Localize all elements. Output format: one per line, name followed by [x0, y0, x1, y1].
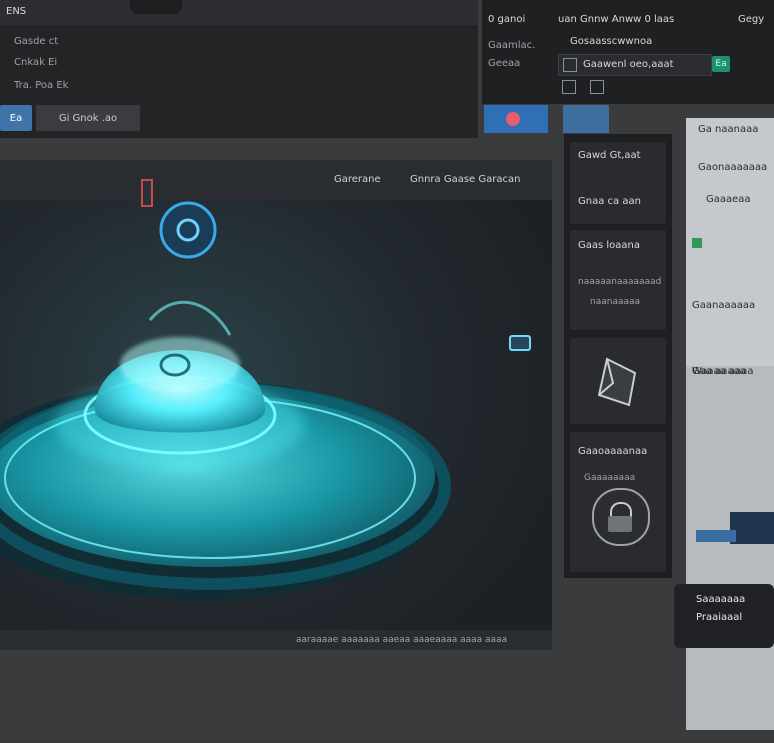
rt-row2-badge[interactable]: Ea [712, 56, 730, 72]
scene-render[interactable] [0, 160, 552, 650]
mid-sidebar-card-2[interactable]: Gaas loaana naaaaanaaaaaaad naanaaaaa [570, 230, 666, 330]
rt-header-2: uan Gnnw Anww 0 laas [558, 14, 675, 25]
viewport-header-right: Gnnra Gaase Garacan [410, 174, 521, 185]
rt-row1-value: Gosaasscwwnoa [570, 36, 653, 47]
mid-item-4: naaaaanaaaaaaad [578, 277, 662, 287]
mid-item-2: Gnaa ca aan [578, 196, 641, 207]
mid-item-6: Gaaoaaaanaa [578, 446, 648, 457]
mid-item-1: Gawd Gt,aat [578, 150, 641, 161]
mid-item-7: Gaaaaaaaa [584, 473, 636, 483]
right-tab-active[interactable] [484, 105, 548, 133]
rp-line-4: Gaanaaaaaa [692, 300, 756, 311]
primary-tool-button[interactable]: Ea [0, 105, 32, 131]
mid-sidebar: Gawd Gt,aat Gnaa ca aan Gaas loaana naaa… [564, 134, 672, 578]
rp-line-3: Gaaaeaa [706, 194, 751, 205]
mid-sidebar-shape-tile[interactable] [570, 338, 666, 424]
mid-sidebar-card-3[interactable]: Gaaoaaaanaa Gaaaaaaaa [570, 432, 666, 572]
rp-line-1: Ga naanaaa [698, 124, 759, 135]
rt-header-3: Gegy [738, 14, 765, 25]
lock-icon [592, 488, 650, 546]
viewport-header-left: Garerane [334, 174, 381, 185]
right-properties-panel: Ga naanaaa Gaonaaaaaaa Gaaaeaa Gaanaaaaa… [674, 118, 774, 730]
rp-line-6: Waaaa aaaa [692, 366, 754, 377]
mini-chart [730, 512, 774, 544]
rp-line-2: Gaonaaaaaaa [698, 162, 768, 173]
document-icon-2[interactable] [590, 80, 604, 94]
property-row-3: Tra. Poa Ek [14, 80, 69, 91]
rp-chip[interactable] [696, 530, 736, 542]
shape-icon [597, 357, 637, 407]
rp-line-7: Saaaaaaa [696, 594, 746, 605]
top-left-pill[interactable] [130, 0, 182, 14]
mid-sidebar-card-1[interactable]: Gawd Gt,aat Gnaa ca aan [570, 142, 666, 224]
property-row-2: Cnkak Ei [14, 57, 58, 68]
viewport-footer: aaraaaae aaaaaaa aaeaa aaaeaaaa aaaa aaa… [296, 635, 508, 645]
mid-item-3: Gaas loaana [578, 240, 641, 251]
right-tab-secondary[interactable] [563, 105, 609, 133]
right-top-panel: 0 ganoi uan Gnnw Anww 0 laas Gegy Gaamla… [482, 0, 774, 104]
status-dot [692, 238, 702, 248]
rt-row1-label: Gaamlac. [488, 40, 536, 51]
rt-row2-input[interactable]: Gaawenl oeo,aaat [558, 54, 712, 76]
rt-row2-value: Gaawenl oeo,aaat [583, 59, 674, 70]
folder-icon[interactable] [562, 80, 576, 94]
property-row-1: Gasde ct [14, 36, 59, 47]
record-icon [506, 112, 520, 126]
rp-line-8: Praaiaaal [696, 612, 743, 623]
top-left-titlebar: ENS [0, 0, 478, 27]
rp-dark-card[interactable]: Saaaaaaa Praaiaaal [674, 584, 774, 648]
mid-item-5: naanaaaaa [590, 297, 641, 307]
rt-header-1: 0 ganoi [488, 14, 526, 25]
camera-icon[interactable] [509, 335, 531, 351]
secondary-tool-button[interactable]: Gi Gnok .ao [36, 105, 140, 131]
document-icon [563, 58, 577, 72]
3d-viewport[interactable]: Garerane Gnnra Gaase Garacan aaraaaae aa… [0, 160, 552, 650]
rt-row2-label: Geeaa [488, 58, 521, 69]
top-left-title: ENS [6, 6, 27, 17]
